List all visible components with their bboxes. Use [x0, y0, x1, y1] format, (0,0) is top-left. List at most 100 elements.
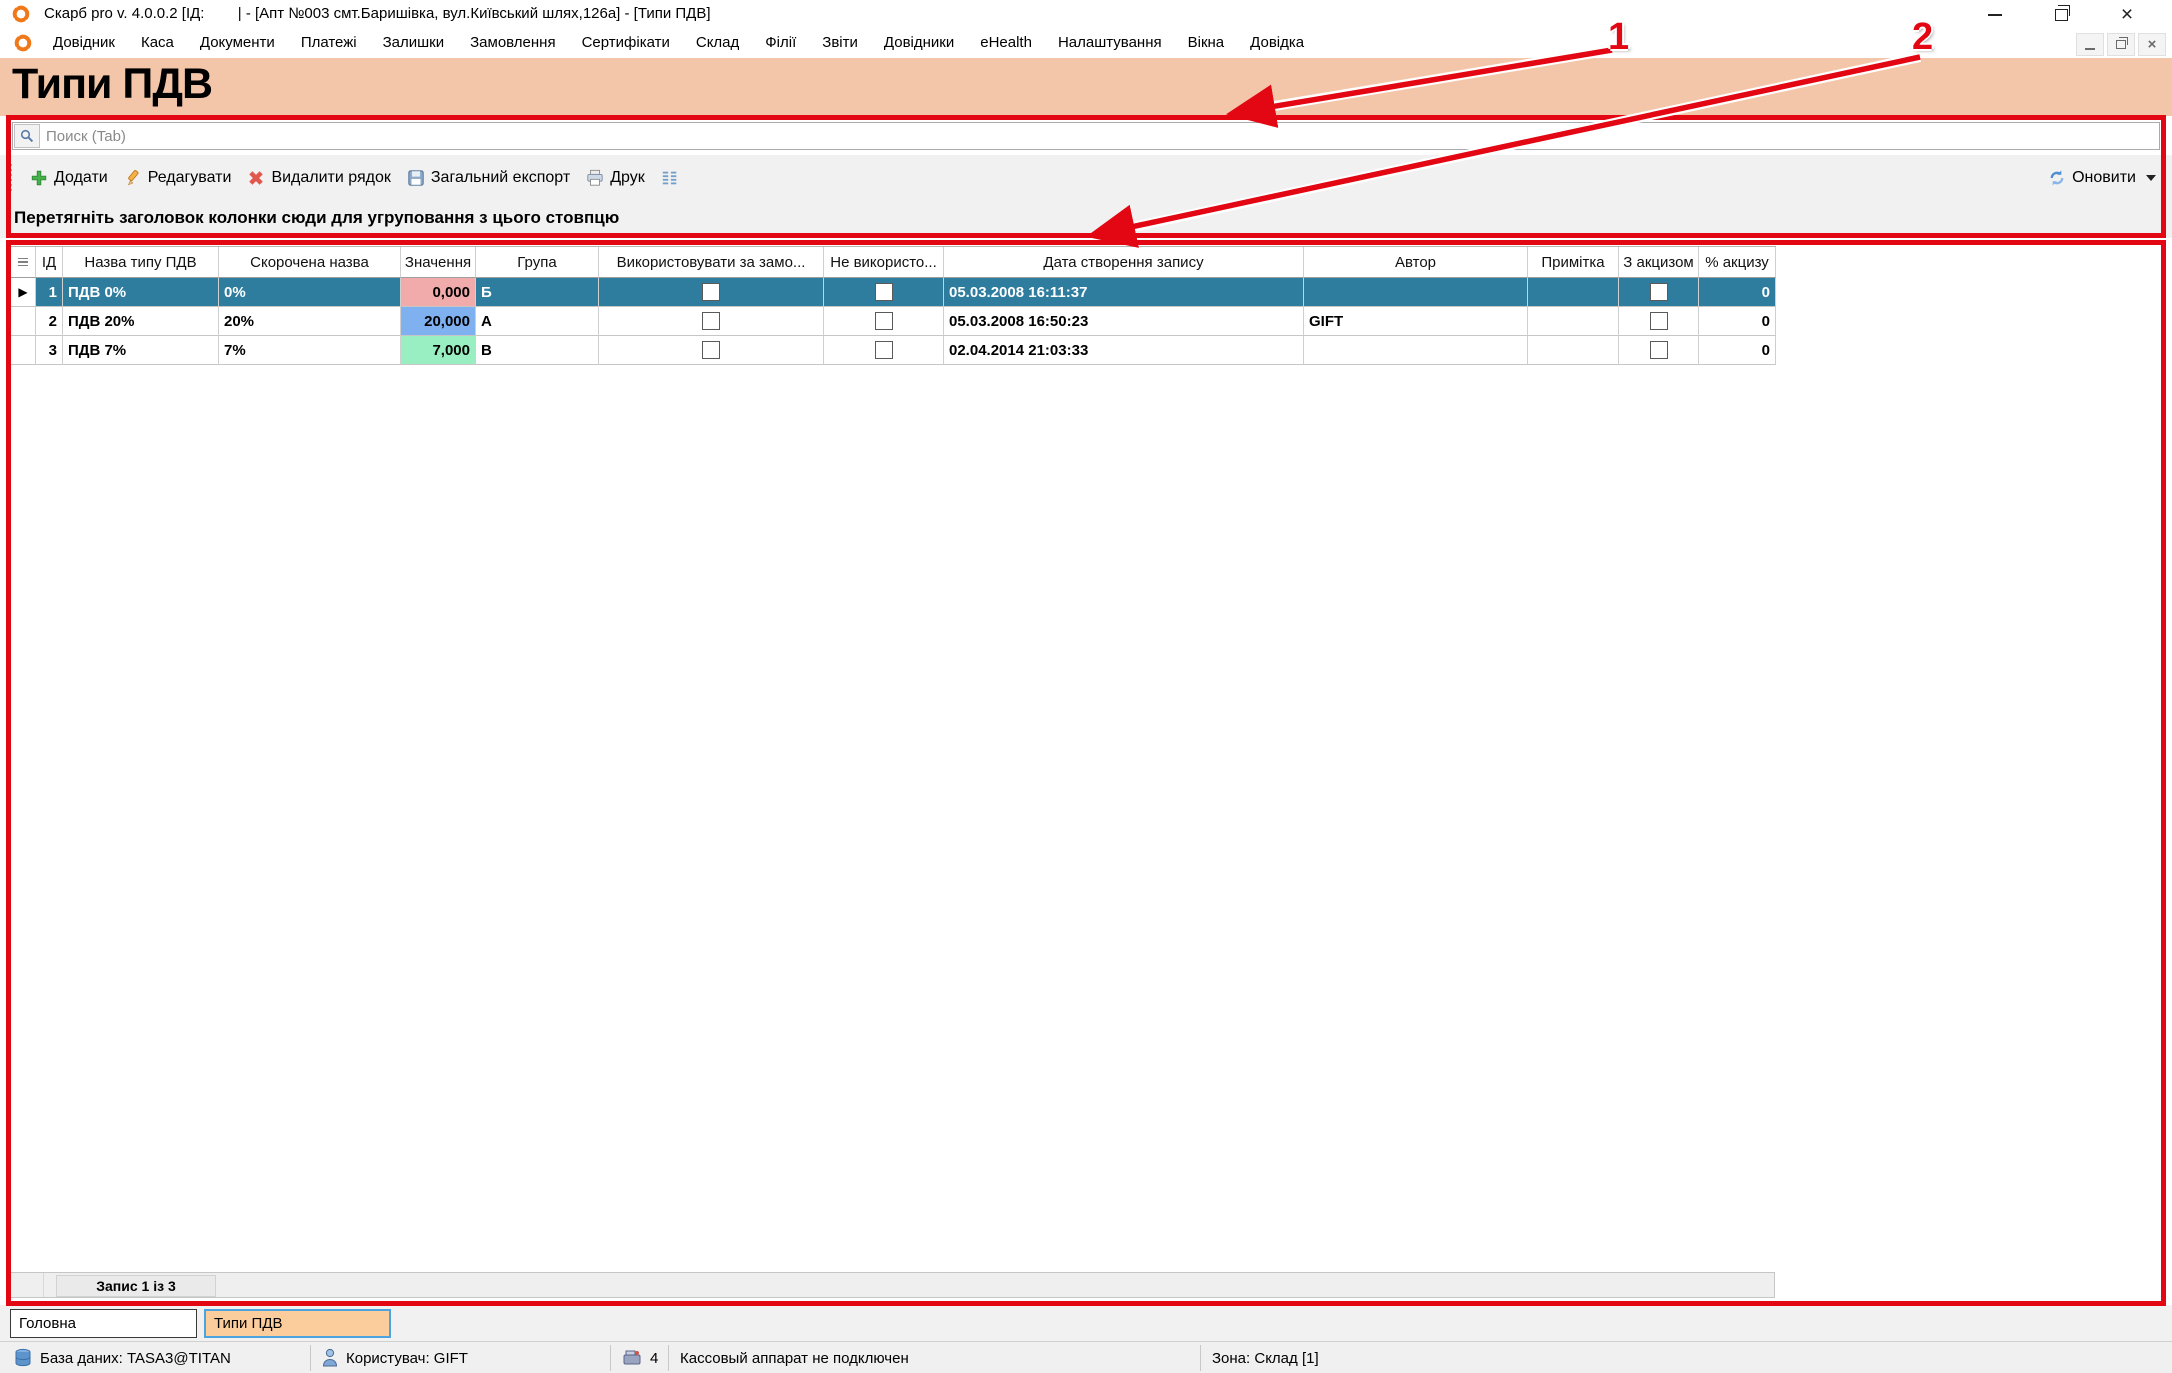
- search-input[interactable]: Поиск (Tab): [12, 122, 2160, 150]
- column-header-11[interactable]: З акцизом: [1619, 247, 1699, 278]
- column-header-4[interactable]: Значення: [401, 247, 476, 278]
- column-header-2[interactable]: Назва типу ПДВ: [63, 247, 219, 278]
- status-bar: База даних: TASA3@TITAN Користувач: GIFT…: [0, 1341, 2172, 1373]
- menu-sertyfikaty[interactable]: Сертифікати: [569, 28, 683, 58]
- column-header-7[interactable]: Не використо...: [824, 247, 944, 278]
- zone-status: Зона: Склад [1]: [1212, 1342, 1319, 1373]
- cell-excise[interactable]: [1619, 278, 1699, 307]
- refresh-dropdown-caret[interactable]: [2146, 175, 2156, 181]
- add-button[interactable]: Додати: [22, 165, 116, 191]
- tab-typy-pdv[interactable]: Типи ПДВ: [204, 1309, 391, 1338]
- status-separator: [610, 1345, 611, 1371]
- cell-use_default[interactable]: [599, 307, 824, 336]
- cell-group: А: [476, 307, 599, 336]
- table-row[interactable]: 3ПДВ 7%7%7,000В02.04.2014 21:03:330: [11, 336, 1776, 365]
- search-placeholder: Поиск (Tab): [46, 128, 126, 145]
- menu-zalyshky[interactable]: Залишки: [370, 28, 458, 58]
- cell-short: 0%: [219, 278, 401, 307]
- checkbox-use_default[interactable]: [702, 283, 720, 301]
- choose-columns-button[interactable]: [653, 165, 687, 191]
- cell-not_used[interactable]: [824, 307, 944, 336]
- cell-short: 20%: [219, 307, 401, 336]
- cell-note: [1528, 278, 1619, 307]
- column-header-5[interactable]: Група: [476, 247, 599, 278]
- cell-id: 1: [36, 278, 63, 307]
- search-icon-button[interactable]: [14, 124, 40, 148]
- register-count: 4: [622, 1342, 658, 1373]
- mdi-window-buttons: ×: [2076, 33, 2166, 56]
- checkbox-not_used[interactable]: [875, 283, 893, 301]
- refresh-button[interactable]: Оновити: [2040, 165, 2144, 191]
- row-indicator-cell: [11, 336, 36, 365]
- grid-footer-divider: [43, 1273, 44, 1297]
- toolbar-drag-handle[interactable]: [8, 164, 12, 192]
- column-header-8[interactable]: Дата створення запису: [944, 247, 1304, 278]
- menu-ehealth[interactable]: eHealth: [967, 28, 1045, 58]
- export-button[interactable]: Загальний експорт: [399, 165, 578, 191]
- cell-created: 02.04.2014 21:03:33: [944, 336, 1304, 365]
- checkbox-excise[interactable]: [1650, 283, 1668, 301]
- checkbox-not_used[interactable]: [875, 341, 893, 359]
- menu-kasa[interactable]: Каса: [128, 28, 187, 58]
- menu-dovidka[interactable]: Довідка: [1237, 28, 1317, 58]
- table-row[interactable]: ▶1ПДВ 0%0%0,000Б05.03.2008 16:11:370: [11, 278, 1776, 307]
- column-header-12[interactable]: % акцизу: [1699, 247, 1776, 278]
- status-separator: [310, 1345, 311, 1371]
- mdi-close-button[interactable]: ×: [2138, 33, 2166, 56]
- checkbox-not_used[interactable]: [875, 312, 893, 330]
- cell-author: [1304, 336, 1528, 365]
- red-x-icon: [247, 169, 265, 187]
- cell-short: 7%: [219, 336, 401, 365]
- register-status-text: Кассовый аппарат не подключен: [680, 1350, 909, 1367]
- column-header-9[interactable]: Автор: [1304, 247, 1528, 278]
- cell-excise[interactable]: [1619, 336, 1699, 365]
- menu-zamovlennia[interactable]: Замовлення: [457, 28, 568, 58]
- menu-dovidnyky[interactable]: Довідники: [871, 28, 967, 58]
- menu-sklad[interactable]: Склад: [683, 28, 752, 58]
- delete-row-button-label: Видалити рядок: [271, 169, 390, 187]
- restore-button[interactable]: [2044, 4, 2078, 26]
- menu-zvity[interactable]: Звіти: [809, 28, 871, 58]
- table-row[interactable]: 2ПДВ 20%20%20,000А05.03.2008 16:50:23GIF…: [11, 307, 1776, 336]
- column-header-1[interactable]: ІД: [36, 247, 63, 278]
- menu-vikna[interactable]: Вікна: [1175, 28, 1238, 58]
- checkbox-use_default[interactable]: [702, 341, 720, 359]
- cell-excise_pct: 0: [1699, 336, 1776, 365]
- checkbox-excise[interactable]: [1650, 312, 1668, 330]
- cell-use_default[interactable]: [599, 336, 824, 365]
- grid-options-icon: [18, 258, 28, 267]
- export-button-label: Загальний експорт: [431, 169, 570, 187]
- checkbox-use_default[interactable]: [702, 312, 720, 330]
- database-icon: [14, 1348, 32, 1368]
- minimize-button[interactable]: [1978, 4, 2012, 26]
- cell-excise[interactable]: [1619, 307, 1699, 336]
- menu-dovidnyk[interactable]: Довідник: [40, 28, 128, 58]
- column-header-6[interactable]: Використовувати за замо...: [599, 247, 824, 278]
- cell-not_used[interactable]: [824, 278, 944, 307]
- close-button[interactable]: ×: [2110, 4, 2144, 26]
- column-header-10[interactable]: Примітка: [1528, 247, 1619, 278]
- delete-row-button[interactable]: Видалити рядок: [239, 165, 398, 191]
- cell-use_default[interactable]: [599, 278, 824, 307]
- menu-nalashtuvannia[interactable]: Налаштування: [1045, 28, 1175, 58]
- mdi-restore-button[interactable]: [2107, 33, 2135, 56]
- print-button[interactable]: Друк: [578, 165, 653, 191]
- menu-filii[interactable]: Філії: [752, 28, 809, 58]
- minimize-icon: [1988, 14, 2002, 16]
- gutter-header-cell[interactable]: [11, 247, 36, 278]
- edit-button[interactable]: Редагувати: [116, 165, 240, 191]
- column-header-3[interactable]: Скорочена назва: [219, 247, 401, 278]
- search-strip: Поиск (Tab): [0, 116, 2172, 154]
- menu-dokumenty[interactable]: Документи: [187, 28, 288, 58]
- record-counter: Запис 1 із 3: [56, 1275, 216, 1297]
- row-indicator-cell: ▶: [11, 278, 36, 307]
- mdi-minimize-button[interactable]: [2076, 33, 2104, 56]
- status-separator: [1200, 1345, 1201, 1371]
- cell-not_used[interactable]: [824, 336, 944, 365]
- menu-platezhi[interactable]: Платежі: [288, 28, 370, 58]
- tab-holovna[interactable]: Головна: [10, 1309, 197, 1338]
- checkbox-excise[interactable]: [1650, 341, 1668, 359]
- plus-icon: [30, 169, 48, 187]
- group-by-panel[interactable]: Перетягніть заголовок колонки сюди для у…: [0, 200, 2172, 238]
- search-icon: [20, 129, 34, 143]
